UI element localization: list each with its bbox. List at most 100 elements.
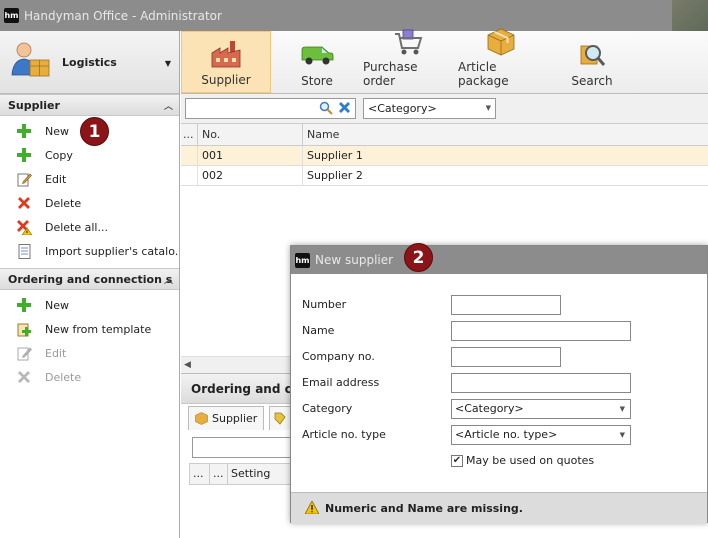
name-field[interactable] xyxy=(451,321,631,341)
edit-icon xyxy=(16,171,32,187)
horizontal-scrollbar[interactable]: ◀ xyxy=(181,356,291,373)
dialog-status-bar: Numeric and Name are missing. xyxy=(291,492,707,524)
edit-icon xyxy=(16,345,32,361)
quotes-checkbox[interactable]: ✔ xyxy=(451,454,463,467)
ribbon-search-button[interactable]: Search xyxy=(555,31,629,93)
package-icon xyxy=(195,412,208,425)
grid-header: ... No. Name xyxy=(181,124,708,146)
sidebar-item-label: New xyxy=(45,124,69,138)
sidebar-item-label: Delete xyxy=(45,370,82,384)
plus-icon xyxy=(16,297,32,313)
van-icon xyxy=(300,40,334,70)
chevron-up-icon[interactable]: ︿ xyxy=(164,273,173,286)
package-icon xyxy=(484,28,518,56)
filter-toolbar: <Category> ▼ xyxy=(181,94,708,124)
tag-icon xyxy=(274,412,286,425)
tab-supplier[interactable]: Supplier xyxy=(188,406,265,430)
category-dropdown[interactable]: <Category> ▼ xyxy=(451,399,631,419)
sidebar-item-delete-all[interactable]: Delete all... xyxy=(0,215,179,239)
dialog-title: New supplier xyxy=(315,253,394,267)
ribbon: Supplier Store Purchase order Article pa… xyxy=(181,28,708,94)
number-label: Number xyxy=(302,298,347,311)
sidebar-item-import[interactable]: Import supplier's catalo... xyxy=(0,239,179,263)
caret-down-icon[interactable]: ▼ xyxy=(165,59,171,68)
sidebar-item-delete-connection[interactable]: Delete xyxy=(0,365,179,389)
app-logo: hm xyxy=(295,252,310,268)
tab-label: Supplier xyxy=(212,412,258,425)
search-box xyxy=(185,98,356,119)
number-field[interactable] xyxy=(451,295,561,315)
delete-icon xyxy=(16,195,32,211)
search-input[interactable] xyxy=(186,99,306,118)
column-header-no[interactable]: No. xyxy=(198,124,303,146)
delete-warning-icon xyxy=(16,219,32,235)
sidebar-item-label: Delete xyxy=(45,196,82,210)
ribbon-button-label: Supplier xyxy=(201,73,251,87)
template-icon xyxy=(16,321,32,337)
ribbon-button-label: Article package xyxy=(458,60,509,88)
cell-name: Supplier 1 xyxy=(307,149,363,162)
sidebar-item-delete[interactable]: Delete xyxy=(0,191,179,215)
chevron-up-icon[interactable]: ︿ xyxy=(164,99,173,112)
ribbon-article-package-button[interactable]: Article package xyxy=(458,28,544,93)
category-label: Category xyxy=(302,402,353,415)
company-no-field[interactable] xyxy=(451,347,561,367)
window-title: Handyman Office - Administrator xyxy=(24,8,222,23)
dropdown-arrow-icon[interactable]: ▼ xyxy=(486,99,491,118)
column-header-selector[interactable]: ... xyxy=(190,464,210,484)
supplier-section-header[interactable]: Supplier ︿ xyxy=(0,94,179,116)
column-header-selector[interactable]: ... xyxy=(210,464,228,484)
sidebar-item-label: New xyxy=(45,298,69,312)
table-row[interactable]: 001 Supplier 1 xyxy=(181,146,708,166)
title-bar-decoration xyxy=(672,0,708,31)
ordering-section-header[interactable]: Ordering and connection s ︿ xyxy=(0,268,179,290)
warning-icon xyxy=(304,499,320,517)
name-label: Name xyxy=(302,324,335,337)
search-icon[interactable] xyxy=(319,101,333,118)
sidebar-item-label: Delete all... xyxy=(45,220,108,234)
category-select[interactable]: <Category> ▼ xyxy=(363,98,496,119)
app-logo: hm xyxy=(4,8,19,23)
ribbon-store-button[interactable]: Store xyxy=(277,31,357,93)
dropdown-arrow-icon[interactable]: ▼ xyxy=(620,400,625,418)
clear-icon[interactable] xyxy=(338,101,351,117)
tab-second[interactable] xyxy=(269,406,291,430)
article-no-type-label: Article no. type xyxy=(302,428,386,441)
sidebar-item-new-connection[interactable]: New xyxy=(0,293,179,317)
article-no-type-dropdown[interactable]: <Article no. type> ▼ xyxy=(451,425,631,445)
cell-no: 002 xyxy=(198,166,303,186)
dialog-form: Number Name Company no. Email address Ca… xyxy=(291,274,707,492)
quotes-checkbox-label: May be used on quotes xyxy=(466,454,595,467)
column-header-selector[interactable]: ... xyxy=(181,124,198,146)
ordering-filter-input[interactable] xyxy=(192,437,302,458)
document-icon xyxy=(16,243,32,259)
ribbon-purchase-order-button[interactable]: Purchase order xyxy=(363,28,453,93)
annotation-badge-2: 2 xyxy=(404,243,433,272)
person-box-icon xyxy=(10,41,52,84)
row-selector[interactable] xyxy=(181,166,198,186)
cart-icon xyxy=(391,28,425,56)
ordering-actions: New New from template Edit Delete xyxy=(0,290,179,394)
module-selector[interactable]: Logistics ▼ xyxy=(0,31,179,94)
delete-icon xyxy=(16,369,32,385)
quotes-checkbox-row[interactable]: ✔ May be used on quotes xyxy=(451,454,594,467)
title-bar: hm Handyman Office - Administrator xyxy=(0,0,708,31)
new-supplier-dialog: hm New supplier Number Name Company no. … xyxy=(290,245,708,524)
dialog-title-bar[interactable]: hm New supplier xyxy=(291,246,707,274)
sidebar-item-copy[interactable]: Copy xyxy=(0,143,179,167)
table-row[interactable]: 002 Supplier 2 xyxy=(181,166,708,186)
validation-message: Numeric and Name are missing. xyxy=(325,502,523,515)
email-field[interactable] xyxy=(451,373,631,393)
ribbon-button-label: Search xyxy=(571,74,613,88)
ribbon-supplier-button[interactable]: Supplier xyxy=(181,31,271,93)
scroll-left-icon[interactable]: ◀ xyxy=(184,360,191,370)
section-title: Supplier xyxy=(8,98,60,112)
dropdown-arrow-icon[interactable]: ▼ xyxy=(620,426,625,444)
sidebar-item-edit[interactable]: Edit xyxy=(0,167,179,191)
sidebar-item-new-from-template[interactable]: New from template xyxy=(0,317,179,341)
sidebar-item-edit-connection[interactable]: Edit xyxy=(0,341,179,365)
factory-icon xyxy=(209,39,243,69)
column-header-name[interactable]: Name xyxy=(303,124,708,146)
row-selector[interactable] xyxy=(181,146,198,166)
article-no-type-value: <Article no. type> xyxy=(455,428,558,441)
